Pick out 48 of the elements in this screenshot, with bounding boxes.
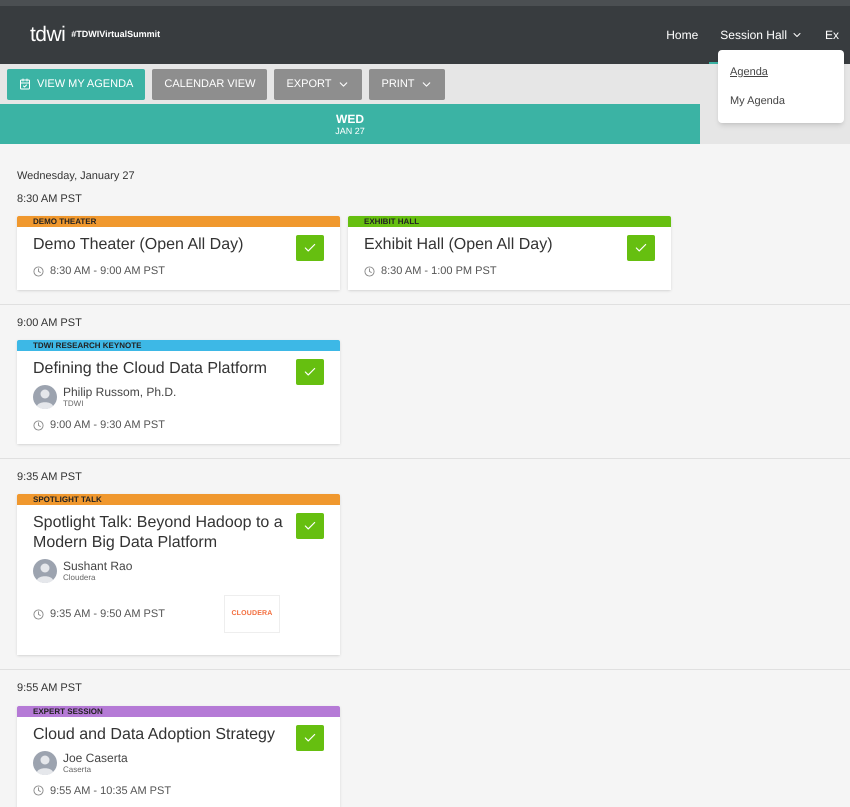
add-to-agenda-button[interactable] [627,235,655,261]
speaker-company: Cloudera [63,574,96,582]
category-label: SPOTLIGHT TALK [17,494,340,505]
clock-icon [33,420,44,431]
speaker-name: Joe Caserta [63,752,128,764]
session-time: 9:00 AM - 9:30 AM PST [50,418,165,433]
category-label: DEMO THEATER [17,216,340,227]
session-card[interactable]: EXPERT SESSION Cloud and Data Adoption Strategy Joe Caserta Caserta 9:55 AM - 10:35 AM PST [17,706,340,807]
menu-item[interactable]: My Agenda [718,86,844,115]
add-to-agenda-button[interactable] [296,513,324,539]
session-card[interactable]: EXHIBIT HALL Exhibit Hall (Open All Day) 8:30 AM - 1:00 PM PST [348,216,671,290]
session-card[interactable]: TDWI RESEARCH KEYNOTE Defining the Cloud Data Platform Philip Russom, Ph.D. TDWI 9:00 AM - 9:30 AM PST [17,340,340,444]
session-title[interactable]: Demo Theater (Open All Day) [33,235,288,255]
session-title[interactable]: Cloud and Data Adoption Strategy [33,724,288,744]
session-title[interactable]: Defining the Cloud Data Platform [33,359,288,379]
session-title[interactable]: Spotlight Talk: Beyond Hadoop to a Modern Big Data Platform [33,513,288,553]
avatar [33,750,57,774]
category-label: EXHIBIT HALL [348,216,671,227]
clock-icon [33,608,44,620]
nav-link[interactable]: Home [655,6,710,64]
session-title[interactable]: Exhibit Hall (Open All Day) [364,235,619,255]
session-card[interactable]: DEMO THEATER Demo Theater (Open All Day) 8:30 AM - 9:00 AM PST [17,216,340,290]
add-to-agenda-button[interactable] [296,724,324,750]
time-slot-heading: 9:00 AM PST [17,316,83,330]
session-time: 9:35 AM - 9:50 AM PST [50,606,165,622]
calendar-icon [19,78,31,90]
avatar [33,385,57,409]
time-slot-heading: 8:30 AM PST [17,192,83,206]
clock-icon [364,266,375,277]
add-to-agenda-button[interactable] [296,359,324,385]
category-label: EXPERT SESSION [17,706,340,716]
clock-icon [33,785,44,796]
logo[interactable]: tdwi [30,19,66,51]
add-to-agenda-button[interactable] [296,235,324,261]
session-time: 8:30 AM - 9:00 AM PST [50,264,165,279]
speaker-company: Caserta [63,766,92,774]
speaker-name: Sushant Rao [63,560,132,572]
session-time: 9:55 AM - 10:35 AM PST [50,784,172,798]
hashtag: #TDWIVirtualSummit [71,28,160,42]
date-heading: Wednesday, January 27 [17,169,136,184]
session-time: 8:30 AM - 1:00 PM PST [381,264,497,279]
time-slot-heading: 9:55 AM PST [17,681,83,696]
speaker-name: Philip Russom, Ph.D. [63,386,176,398]
time-slot-heading: 9:35 AM PST [17,470,83,484]
category-label: TDWI RESEARCH KEYNOTE [17,340,340,351]
clock-icon [33,266,44,277]
speaker-company: TDWI [63,400,84,408]
avatar [33,559,57,583]
